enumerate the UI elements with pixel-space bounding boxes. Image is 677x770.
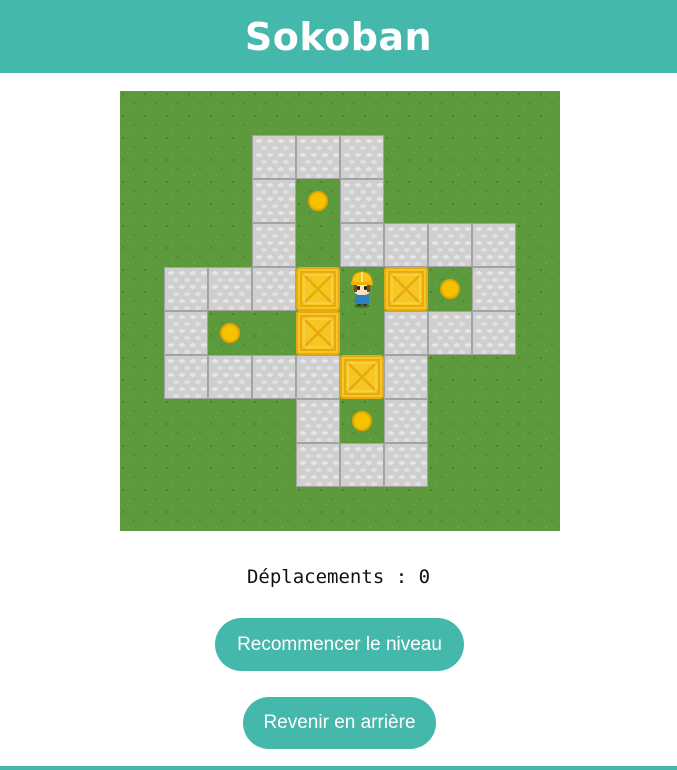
stone-brick-icon	[296, 135, 340, 179]
app-header: Sokoban	[0, 0, 677, 73]
worker-icon[interactable]	[340, 267, 384, 311]
page-title: Sokoban	[244, 14, 433, 59]
stone-brick-icon	[296, 443, 340, 487]
crate-icon[interactable]	[384, 267, 428, 311]
stone-brick-icon	[384, 223, 428, 267]
stone-brick-icon	[340, 179, 384, 223]
goal-dot	[440, 279, 460, 299]
stone-brick-icon	[340, 443, 384, 487]
crate-icon[interactable]	[296, 311, 340, 355]
stone-brick-icon	[252, 355, 296, 399]
stone-brick-icon	[252, 135, 296, 179]
footer-divider	[0, 766, 677, 770]
stone-brick-icon	[208, 267, 252, 311]
stone-brick-icon	[340, 223, 384, 267]
move-counter: Déplacements : 0	[246, 566, 431, 588]
crate-icon[interactable]	[340, 355, 384, 399]
stone-brick-icon	[208, 355, 252, 399]
stone-brick-icon	[252, 267, 296, 311]
stone-brick-icon	[164, 355, 208, 399]
target-dot-icon	[296, 179, 340, 223]
goal-dot	[220, 323, 240, 343]
stone-brick-icon	[252, 223, 296, 267]
stone-brick-icon	[384, 355, 428, 399]
stone-brick-icon	[472, 267, 516, 311]
stone-brick-icon	[472, 223, 516, 267]
stone-brick-icon	[164, 311, 208, 355]
stone-brick-icon	[296, 355, 340, 399]
stone-brick-icon	[428, 311, 472, 355]
game-board[interactable]	[120, 91, 560, 531]
target-dot-icon	[208, 311, 252, 355]
stone-brick-icon	[296, 399, 340, 443]
goal-dot	[308, 191, 328, 211]
restart-level-button[interactable]: Recommencer le niveau	[215, 618, 464, 671]
goal-dot	[352, 411, 372, 431]
stone-brick-icon	[384, 443, 428, 487]
target-dot-icon	[340, 399, 384, 443]
stone-brick-icon	[384, 311, 428, 355]
stone-brick-icon	[164, 267, 208, 311]
stone-brick-icon	[384, 399, 428, 443]
stone-brick-icon	[340, 135, 384, 179]
stone-brick-icon	[472, 311, 516, 355]
target-dot-icon	[428, 267, 472, 311]
undo-button[interactable]: Revenir en arrière	[243, 697, 436, 749]
stone-brick-icon	[252, 179, 296, 223]
crate-icon[interactable]	[296, 267, 340, 311]
stone-brick-icon	[428, 223, 472, 267]
